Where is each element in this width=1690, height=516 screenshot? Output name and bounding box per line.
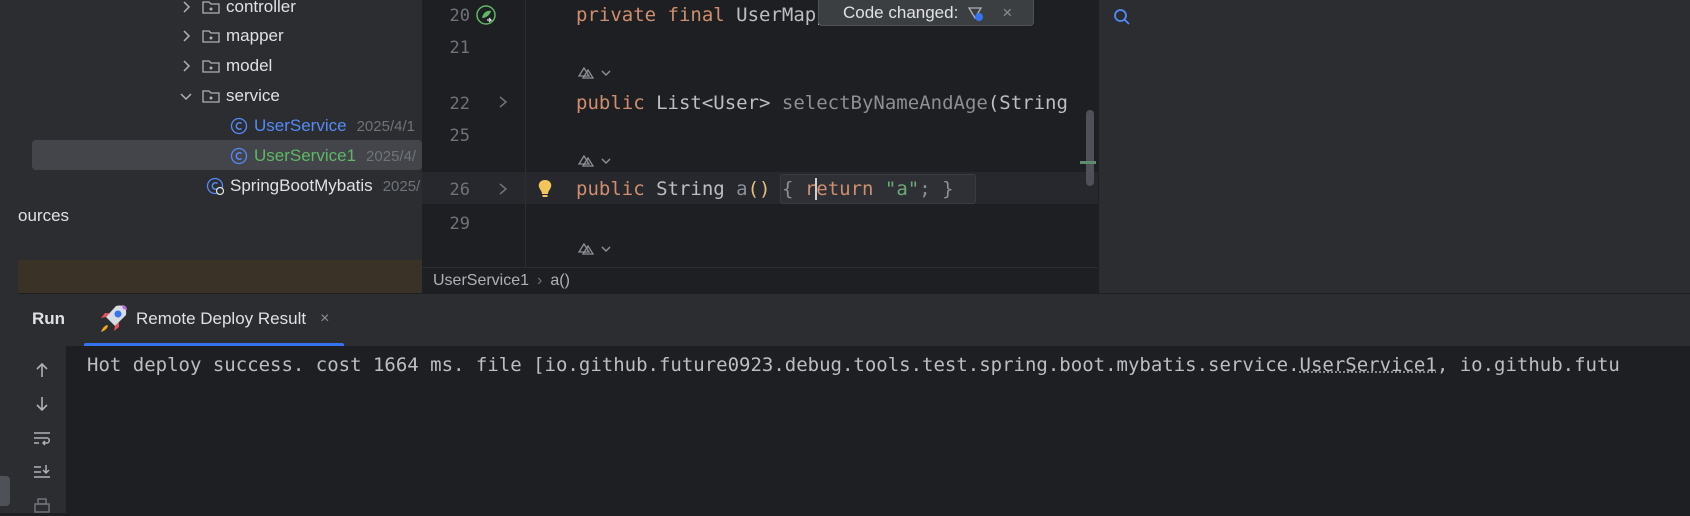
tree-folder-mapper[interactable]: mapper	[178, 21, 284, 51]
code-parens: ()	[748, 178, 782, 200]
tree-folder-resources[interactable]: ources	[18, 201, 69, 231]
chevron-down-icon	[600, 155, 612, 167]
code-vision-hint[interactable]	[576, 152, 612, 170]
spring-bean-gutter-icon[interactable]	[475, 4, 497, 26]
ai-hint-icon	[576, 152, 596, 170]
chevron-right-icon[interactable]	[178, 0, 194, 15]
scroll-to-end-icon[interactable]	[32, 462, 52, 482]
ai-hint-icon	[576, 64, 596, 82]
code-keyword: private final	[576, 4, 736, 26]
tree-label: model	[226, 56, 272, 76]
folder-icon	[202, 88, 220, 104]
tree-label: service	[226, 86, 280, 106]
left-tool-strip	[0, 0, 19, 513]
fold-chevron-icon[interactable]	[496, 181, 510, 197]
code-method: a	[736, 178, 747, 200]
rocket-icon	[96, 302, 130, 336]
code-line-22: public List<User> selectByNameAndAge(Str…	[576, 92, 1068, 114]
folder-icon	[202, 28, 220, 44]
line-number: 25	[422, 126, 470, 146]
tree-label: mapper	[226, 26, 284, 46]
popup-close-button[interactable]: ×	[1002, 3, 1012, 23]
chevron-right-icon[interactable]	[178, 58, 194, 74]
popup-text: Code changed:	[843, 3, 958, 23]
spring-boot-class-icon	[206, 177, 224, 195]
print-icon[interactable]	[32, 496, 52, 516]
line-number: 26	[422, 180, 470, 200]
console-prefix: Hot deploy success. cost 1664 ms. file […	[87, 354, 1300, 376]
project-tree: controller mapper model service UserServ…	[18, 0, 422, 293]
breadcrumb-method[interactable]: a()	[550, 272, 570, 290]
code-vision-hint[interactable]	[576, 64, 612, 82]
strip-handle[interactable]	[0, 476, 10, 506]
run-toolbar	[18, 346, 67, 513]
tree-date: 2025/4/	[366, 148, 416, 165]
line-number: 20	[422, 6, 470, 26]
chevron-down-icon[interactable]	[178, 88, 194, 104]
code-changed-popup: Code changed: ×	[818, 0, 1034, 26]
ai-hint-icon	[576, 240, 596, 258]
tree-label: SpringBootMybatis	[230, 176, 373, 196]
folder-icon	[202, 0, 220, 15]
code-brace: {	[782, 178, 805, 200]
code-string: "a"	[885, 178, 919, 200]
breadcrumb-class[interactable]: UserService1	[433, 272, 529, 290]
fold-chevron-icon[interactable]	[496, 94, 510, 110]
code-brace: ; }	[919, 178, 953, 200]
text-caret	[815, 178, 817, 200]
search-icon[interactable]	[1113, 8, 1131, 26]
tree-folder-controller[interactable]: controller	[178, 0, 296, 22]
gutter-separator	[525, 0, 526, 267]
code-type: String	[656, 178, 736, 200]
breadcrumb-separator: ›	[537, 272, 542, 290]
tree-date: 2025/4/1	[357, 118, 415, 135]
tab-close-button[interactable]: ×	[320, 310, 329, 328]
tree-folder-model[interactable]: model	[178, 51, 272, 81]
tab-remote-deploy-result[interactable]: Remote Deploy Result ×	[96, 302, 329, 336]
folder-icon	[202, 58, 220, 74]
line-number: 29	[422, 214, 470, 234]
code-keyword: public	[576, 92, 656, 114]
tree-date: 2025/	[383, 178, 421, 195]
chevron-down-icon	[600, 243, 612, 255]
console-suffix: , io.github.futu	[1437, 354, 1620, 376]
line-number: 21	[422, 38, 470, 58]
tree-class-userservice1[interactable]: UserService1 2025/4/	[230, 141, 416, 171]
code-editor[interactable]: 20 private final UserMapper2 userMapper2…	[422, 0, 1098, 267]
tree-label: ources	[18, 206, 69, 226]
tree-class-springbootmybatis[interactable]: SpringBootMybatis 2025/	[206, 171, 420, 201]
tree-class-userservice[interactable]: UserService 2025/4/1	[230, 111, 415, 141]
run-title: Run	[32, 309, 65, 329]
code-method: selectByNameAndAge	[782, 92, 988, 114]
line-number: 22	[422, 94, 470, 114]
scroll-change-marker	[1080, 161, 1096, 164]
chevron-right-icon[interactable]	[178, 28, 194, 44]
right-tool-panel	[1098, 0, 1690, 293]
arrow-up-icon[interactable]	[32, 360, 52, 380]
code-rest: (String	[988, 92, 1068, 114]
console-output[interactable]: Hot deploy success. cost 1664 ms. file […	[66, 346, 1690, 513]
console-class-link[interactable]: UserService1	[1300, 354, 1437, 376]
tree-label: UserService	[254, 116, 347, 136]
breadcrumb: UserService1 › a()	[422, 267, 1098, 293]
arrow-down-icon[interactable]	[32, 394, 52, 414]
tree-label: controller	[226, 0, 296, 17]
tree-label: UserService1	[254, 146, 356, 166]
code-keyword: public	[576, 178, 656, 200]
run-tool-window-header: Run Remote Deploy Result ×	[18, 293, 1690, 347]
code-line-26: public String a() { return "a"; }	[576, 178, 954, 200]
editor-scrollbar[interactable]	[1086, 110, 1094, 186]
tree-folder-service[interactable]: service	[178, 81, 280, 111]
lightbulb-icon[interactable]	[536, 178, 554, 200]
soft-wrap-icon[interactable]	[32, 428, 52, 448]
tab-label: Remote Deploy Result	[136, 309, 306, 329]
code-vision-hint[interactable]	[576, 240, 612, 258]
code-type: List<User>	[656, 92, 782, 114]
class-icon	[230, 147, 248, 165]
chevron-down-icon	[600, 67, 612, 79]
console-line: Hot deploy success. cost 1664 ms. file […	[87, 354, 1620, 376]
reload-changes-icon[interactable]	[966, 4, 984, 22]
class-icon	[230, 117, 248, 135]
tree-highlight-band	[18, 260, 422, 293]
